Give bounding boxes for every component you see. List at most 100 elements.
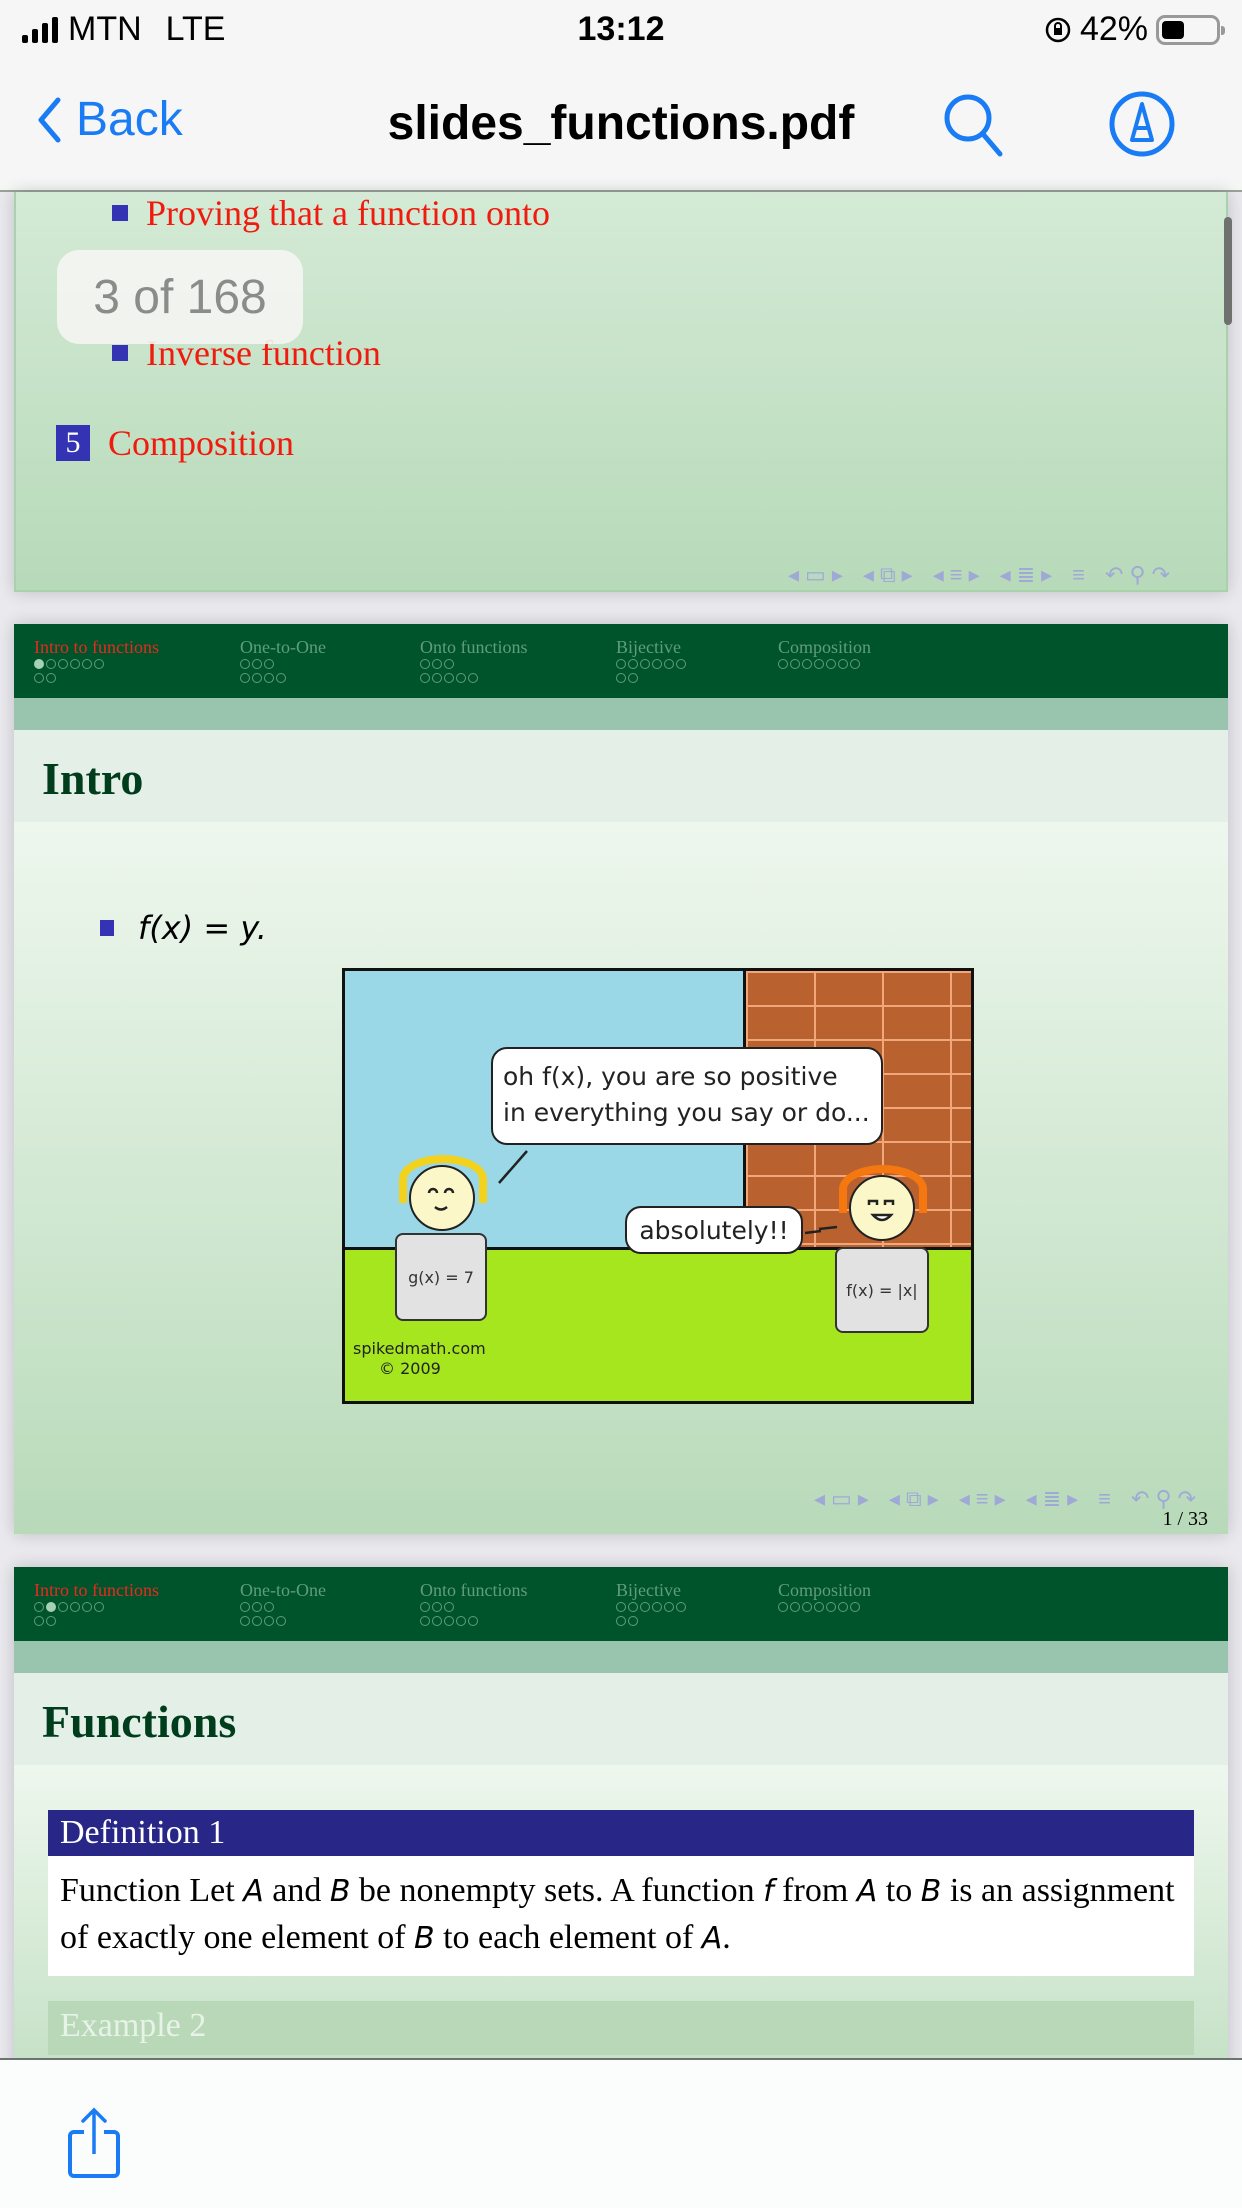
frame-dot[interactable] [432, 1602, 442, 1612]
section-nav-item[interactable]: Bijective [616, 1580, 686, 1628]
frame-dot[interactable] [240, 673, 250, 683]
frame-dot[interactable] [802, 659, 812, 669]
frame-dot[interactable] [616, 1602, 626, 1612]
toc-subitem-proving-onto[interactable]: Proving that a function onto [112, 192, 550, 234]
frame-dot[interactable] [628, 673, 638, 683]
frame-dot[interactable] [58, 1602, 68, 1612]
frame-dot[interactable] [676, 659, 686, 669]
frame-dot[interactable] [46, 1616, 56, 1626]
section-nav-item[interactable]: One-to-One [240, 1580, 326, 1628]
frame-dot[interactable] [70, 659, 80, 669]
frame-dot[interactable] [252, 659, 262, 669]
frame-dot[interactable] [94, 1602, 104, 1612]
frame-dot[interactable] [34, 1602, 44, 1612]
frame-dot[interactable] [252, 1602, 262, 1612]
frame-dot[interactable] [420, 1616, 430, 1626]
frame-dot[interactable] [34, 1616, 44, 1626]
toc-section-composition[interactable]: 5 Composition [56, 422, 294, 464]
frame-dot[interactable] [264, 659, 274, 669]
frame-dot[interactable] [664, 1602, 674, 1612]
frame-dot[interactable] [82, 659, 92, 669]
frame-dot[interactable] [456, 1616, 466, 1626]
markup-button[interactable] [1108, 90, 1176, 163]
definition-block: Definition 1 Function Let A and B be non… [48, 1810, 1194, 1976]
section-nav-item[interactable]: Intro to functions [34, 1580, 159, 1628]
frame-dot[interactable] [628, 1616, 638, 1626]
section-nav-item[interactable]: Onto functions [420, 637, 528, 685]
section-nav-item[interactable]: Bijective [616, 637, 686, 685]
frame-dot[interactable] [640, 659, 650, 669]
frame-dot[interactable] [778, 659, 788, 669]
frame-dot[interactable] [790, 1602, 800, 1612]
frame-dot[interactable] [826, 659, 836, 669]
beamer-nav-symbols[interactable]: ◂ ▭ ▸ ◂ ⧉ ▸ ◂ ≡ ▸ ◂ ≣ ▸ ≡ ↶ ⚲ ↷ [788, 562, 1170, 588]
frame-dot[interactable] [46, 659, 56, 669]
search-button[interactable] [940, 90, 1008, 163]
share-button[interactable] [66, 2106, 122, 2185]
frame-dot[interactable] [814, 659, 824, 669]
beamer-nav-symbols[interactable]: ◂ ▭ ▸ ◂ ⧉ ▸ ◂ ≡ ▸ ◂ ≣ ▸ ≡ ↶ ⚲ ↷ [814, 1486, 1196, 1512]
frame-dot[interactable] [838, 1602, 848, 1612]
bullet-square-icon [112, 345, 128, 361]
frame-dot[interactable] [640, 1602, 650, 1612]
frame-dot[interactable] [444, 673, 454, 683]
frame-dot[interactable] [240, 659, 250, 669]
frame-dot[interactable] [814, 1602, 824, 1612]
frame-dot[interactable] [82, 1602, 92, 1612]
frame-dot[interactable] [616, 673, 626, 683]
section-nav-item[interactable]: One-to-One [240, 637, 326, 685]
frame-dot[interactable] [802, 1602, 812, 1612]
frame-dot[interactable] [628, 659, 638, 669]
frame-dot[interactable] [58, 659, 68, 669]
frame-dot[interactable] [264, 1602, 274, 1612]
frame-dot[interactable] [46, 673, 56, 683]
section-nav-item[interactable]: Composition [778, 637, 871, 685]
frame-dot[interactable] [444, 659, 454, 669]
frame-dot[interactable] [444, 1602, 454, 1612]
frame-dot[interactable] [444, 1616, 454, 1626]
markup-icon [1109, 91, 1175, 157]
frame-dot[interactable] [240, 1616, 250, 1626]
frame-dot[interactable] [252, 673, 262, 683]
frame-dot[interactable] [468, 673, 478, 683]
frame-dot[interactable] [456, 673, 466, 683]
frame-dot[interactable] [616, 659, 626, 669]
frame-dot[interactable] [838, 659, 848, 669]
section-nav-label: Bijective [616, 637, 681, 657]
frame-dot[interactable] [790, 659, 800, 669]
undo-icon: ↶ [1131, 1486, 1150, 1511]
frame-dot[interactable] [240, 1602, 250, 1612]
frame-dot[interactable] [628, 1602, 638, 1612]
frame-dot[interactable] [676, 1602, 686, 1612]
frame-dot[interactable] [778, 1602, 788, 1612]
frame-dot[interactable] [652, 1602, 662, 1612]
frame-dot[interactable] [420, 673, 430, 683]
scrollbar-thumb[interactable] [1224, 217, 1232, 325]
section-nav-item[interactable]: Intro to functions [34, 637, 159, 685]
frame-dot[interactable] [432, 659, 442, 669]
frame-dot[interactable] [432, 673, 442, 683]
section-nav-item[interactable]: Onto functions [420, 1580, 528, 1628]
frame-dot[interactable] [276, 1616, 286, 1626]
frame-dot[interactable] [420, 659, 430, 669]
frame-dot[interactable] [850, 1602, 860, 1612]
frame-dot[interactable] [664, 659, 674, 669]
frame-dots [778, 659, 871, 671]
frame-dot[interactable] [432, 1616, 442, 1626]
frame-dot[interactable] [70, 1602, 80, 1612]
frame-dot[interactable] [468, 1616, 478, 1626]
frame-dot[interactable] [34, 659, 44, 669]
frame-dot[interactable] [420, 1602, 430, 1612]
frame-dot[interactable] [252, 1616, 262, 1626]
frame-dot[interactable] [264, 673, 274, 683]
frame-dot[interactable] [264, 1616, 274, 1626]
frame-dot[interactable] [826, 1602, 836, 1612]
frame-dot[interactable] [652, 659, 662, 669]
frame-dot[interactable] [850, 659, 860, 669]
section-nav-item[interactable]: Composition [778, 1580, 871, 1628]
frame-dot[interactable] [276, 673, 286, 683]
frame-dot[interactable] [46, 1602, 56, 1612]
frame-dot[interactable] [94, 659, 104, 669]
frame-dot[interactable] [616, 1616, 626, 1626]
frame-dot[interactable] [34, 673, 44, 683]
